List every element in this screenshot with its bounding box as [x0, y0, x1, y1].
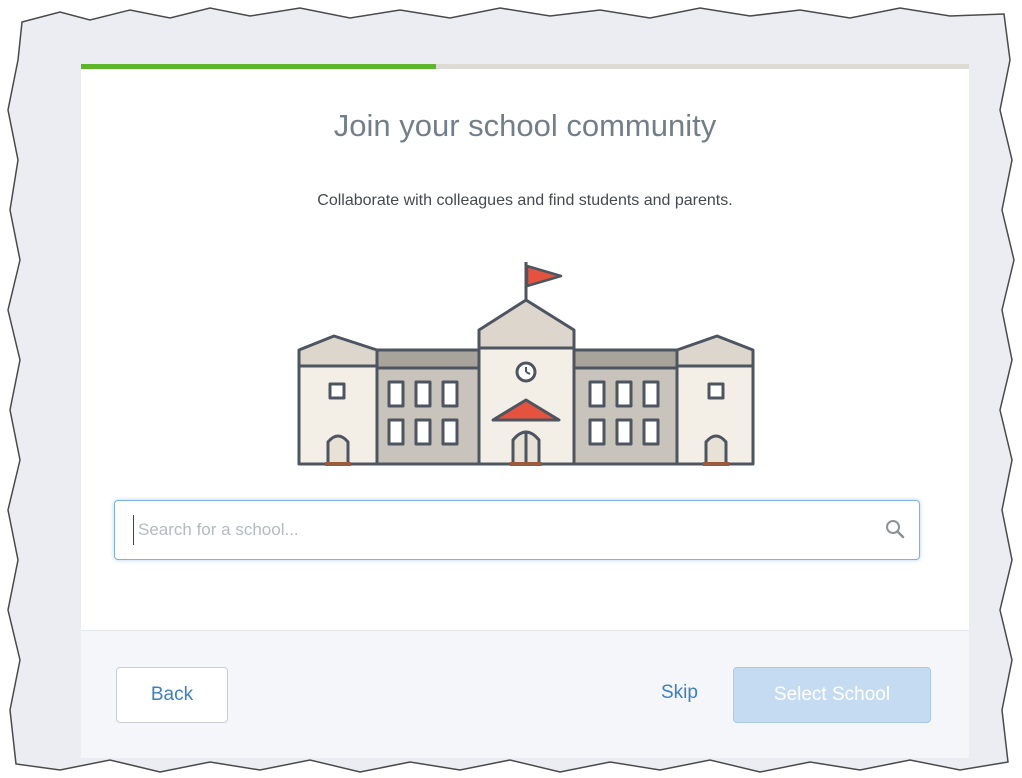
school-building-icon — [297, 262, 755, 466]
page-title: Join your school community — [333, 108, 717, 143]
school-search-input[interactable] — [133, 515, 858, 545]
page-subtitle: Collaborate with colleagues and find stu… — [317, 192, 733, 209]
school-search-box[interactable] — [114, 500, 920, 560]
progress-bar-fill — [81, 64, 437, 69]
select-school-button[interactable]: Select School — [733, 667, 931, 723]
progress-bar — [81, 64, 969, 69]
back-button[interactable]: Back — [116, 667, 228, 723]
modal-footer: Back Skip Select School — [81, 630, 969, 758]
skip-link[interactable]: Skip — [661, 682, 698, 704]
onboarding-modal: Join your school community Collaborate w… — [81, 64, 969, 758]
search-icon[interactable] — [885, 519, 905, 539]
